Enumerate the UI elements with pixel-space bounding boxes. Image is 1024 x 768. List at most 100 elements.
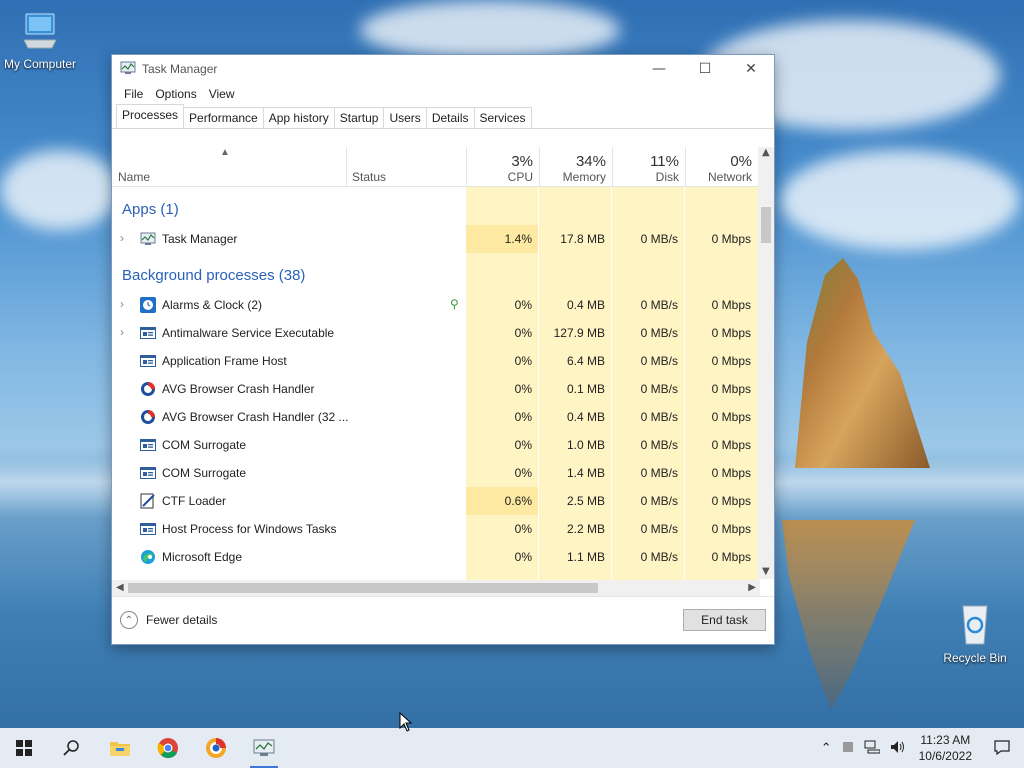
chevron-up-icon: ⌃: [120, 611, 138, 629]
chevron-right-icon[interactable]: ›: [120, 231, 124, 245]
process-row[interactable]: › Task Manager 1.4% 17.8 MB 0 MB/s 0 Mbps: [112, 225, 760, 253]
process-disk: 0 MB/s: [640, 410, 678, 424]
menu-view[interactable]: View: [203, 87, 241, 101]
process-name: AVG Browser Crash Handler (32 ...: [162, 410, 349, 424]
process-cpu: 0%: [514, 326, 532, 340]
process-disk: 0 MB/s: [640, 298, 678, 312]
tab-services[interactable]: Services: [473, 107, 532, 128]
fewer-details-button[interactable]: ⌃ Fewer details: [120, 611, 217, 629]
group-header-background[interactable]: Background processes (38): [122, 267, 305, 284]
menu-options[interactable]: Options: [149, 87, 202, 101]
chevron-up-icon[interactable]: ⌃: [816, 740, 837, 756]
process-row[interactable]: Microsoft Edge 0% 1.1 MB 0 MB/s 0 Mbps: [112, 543, 760, 571]
cloud: [0, 150, 120, 230]
service-window-icon: [140, 325, 156, 341]
column-header-memory[interactable]: 34% Memory: [539, 147, 612, 187]
process-network: 0 Mbps: [711, 326, 751, 340]
chevron-right-icon[interactable]: ›: [120, 297, 124, 311]
alarm-clock-icon: [140, 297, 156, 313]
process-row[interactable]: › Antimalware Service Executable 0% 127.9 M…: [112, 319, 760, 347]
taskbar-task-manager-icon[interactable]: [240, 728, 288, 768]
vertical-scroll-thumb[interactable]: [761, 207, 771, 243]
process-name: AVG Browser Crash Handler: [162, 382, 315, 396]
column-header-network[interactable]: 0% Network: [685, 147, 758, 187]
group-header-apps[interactable]: Apps (1): [122, 201, 179, 218]
search-icon[interactable]: [48, 728, 96, 768]
process-name: Alarms & Clock (2): [162, 298, 263, 312]
mouse-cursor-icon: [399, 711, 413, 735]
process-cpu: 0%: [514, 382, 532, 396]
process-row[interactable]: Host Process for Windows Tasks 0% 2.2 MB 0 …: [112, 515, 760, 543]
chrome-icon[interactable]: [144, 728, 192, 768]
scroll-left-icon[interactable]: ◀: [116, 582, 124, 593]
process-cpu: 0.6%: [466, 487, 538, 515]
menu-file[interactable]: File: [118, 87, 149, 101]
process-disk: 0 MB/s: [640, 494, 678, 508]
process-row[interactable]: COM Surrogate 0% 1.0 MB 0 MB/s 0 Mbps: [112, 431, 760, 459]
process-memory: 0.4 MB: [566, 410, 605, 424]
process-name: Host Process for Windows Tasks: [162, 522, 337, 536]
process-row[interactable]: COM Surrogate 0% 1.4 MB 0 MB/s 0 Mbps: [112, 459, 760, 487]
process-row[interactable]: AVG Browser Crash Handler (32 ... 0% 0.4 M…: [112, 403, 760, 431]
process-memory: 127.9 MB: [553, 326, 605, 340]
tab-startup[interactable]: Startup: [333, 107, 385, 128]
desktop-icon-recycle-bin[interactable]: Recycle Bin: [940, 600, 1010, 665]
process-disk: 0 MB/s: [640, 382, 678, 396]
process-row[interactable]: Application Frame Host 0% 6.4 MB 0 MB/s 0 Mb…: [112, 347, 760, 375]
minimize-button[interactable]: —: [636, 55, 682, 83]
service-window-icon: [140, 521, 156, 537]
maximize-button[interactable]: ☐: [682, 55, 728, 83]
process-network: 0 Mbps: [711, 410, 751, 424]
process-memory: 6.4 MB: [566, 354, 605, 368]
desktop-icon-my-computer[interactable]: My Computer: [0, 10, 80, 71]
horizontal-scrollbar[interactable]: ◀ ▶: [112, 580, 760, 596]
title-bar[interactable]: Task Manager — ☐ ✕: [112, 55, 774, 83]
process-network: 0 Mbps: [711, 494, 751, 508]
column-header-status[interactable]: Status: [346, 147, 466, 187]
windows-start-icon[interactable]: [0, 728, 48, 768]
column-header-name[interactable]: Name: [112, 147, 346, 187]
process-row[interactable]: AVG Browser Crash Handler 0% 0.1 MB 0 MB/s 0…: [112, 375, 760, 403]
tab-performance[interactable]: Performance: [183, 107, 264, 128]
process-list: Apps (1) Background processes (38) › Task…: [112, 187, 774, 589]
clock[interactable]: 11:23 AM 10/6/2022: [911, 732, 980, 764]
tray-app-icon[interactable]: [837, 741, 859, 756]
process-memory: 2.2 MB: [566, 522, 605, 536]
process-memory: 1.1 MB: [566, 550, 605, 564]
process-row[interactable]: CTF Loader 0.6% 2.5 MB 0 MB/s 0 Mbps: [112, 487, 760, 515]
suspended-leaf-icon: ⚲: [450, 297, 459, 311]
scroll-down-icon[interactable]: ▼: [762, 566, 770, 577]
close-button[interactable]: ✕: [728, 55, 774, 83]
vertical-scrollbar[interactable]: ▲ ▼: [758, 147, 774, 579]
process-memory: 1.4 MB: [566, 466, 605, 480]
menu-bar: File Options View: [112, 83, 774, 105]
clock-time: 11:23 AM: [920, 733, 971, 747]
desktop-icon-label: My Computer: [3, 57, 77, 71]
service-window-icon: [140, 465, 156, 481]
column-header-cpu[interactable]: 3% CPU: [466, 147, 539, 187]
notification-icon[interactable]: [980, 739, 1024, 758]
process-disk: 0 MB/s: [640, 466, 678, 480]
process-network: 0 Mbps: [711, 298, 751, 312]
tab-app-history[interactable]: App history: [262, 107, 335, 128]
task-manager-icon: [140, 231, 156, 247]
horizontal-scroll-thumb[interactable]: [128, 583, 598, 593]
clock-date: 10/6/2022: [918, 749, 972, 763]
process-row[interactable]: › Alarms & Clock (2) ⚲ 0% 0.4 MB 0 MB/s 0 Mbps: [112, 291, 760, 319]
volume-icon[interactable]: [885, 740, 911, 757]
column-header-disk[interactable]: 11% Disk: [612, 147, 685, 187]
network-icon[interactable]: [859, 740, 885, 757]
end-task-button[interactable]: End task: [683, 609, 766, 631]
edge-icon: [140, 549, 156, 565]
rock-formation: [795, 258, 930, 468]
scroll-right-icon[interactable]: ▶: [748, 582, 756, 593]
tab-users[interactable]: Users: [383, 107, 427, 128]
process-name: Application Frame Host: [162, 354, 287, 368]
scroll-up-icon[interactable]: ▲: [762, 147, 770, 158]
tab-processes[interactable]: Processes: [116, 104, 185, 128]
avg-browser-icon[interactable]: [192, 728, 240, 768]
tab-details[interactable]: Details: [425, 107, 475, 128]
file-explorer-icon[interactable]: [96, 728, 144, 768]
process-disk: 0 MB/s: [640, 232, 678, 246]
chevron-right-icon[interactable]: ›: [120, 325, 124, 339]
